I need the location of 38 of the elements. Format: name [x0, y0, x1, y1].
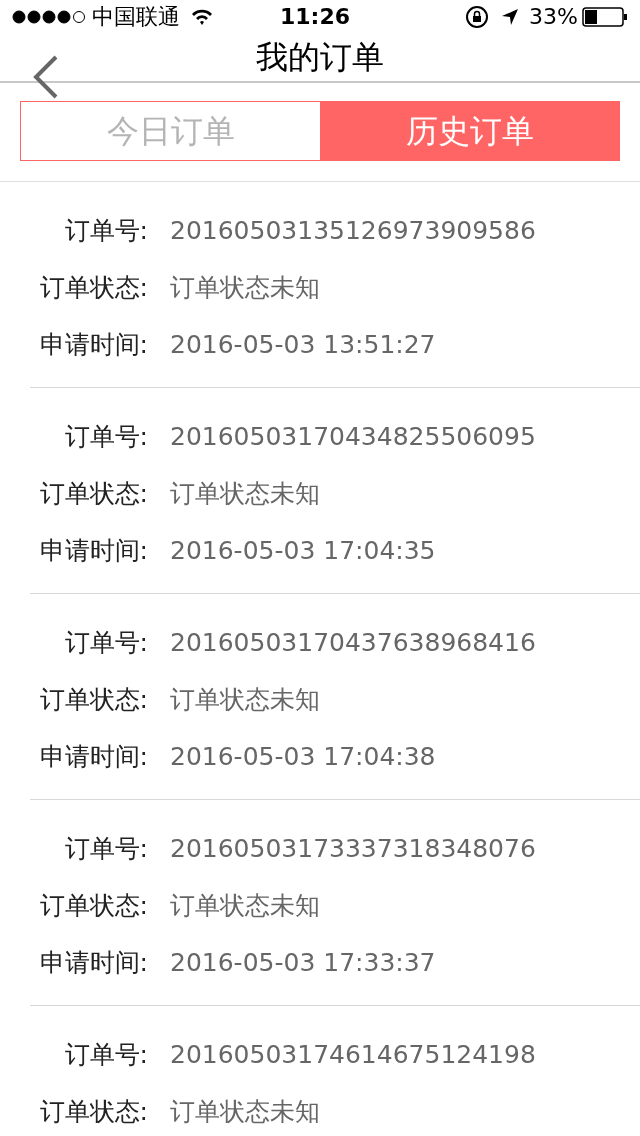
- field-value: 2016-05-03 13:51:27: [170, 328, 436, 361]
- field-label: 申请时间:: [38, 534, 148, 567]
- field-value: 订单状态未知: [170, 477, 320, 510]
- field-label: 订单状态:: [38, 683, 148, 716]
- field-label: 订单号:: [63, 1038, 148, 1071]
- field-value: 20160503173337318348076: [170, 832, 536, 865]
- field-value: 20160503135126973909586: [170, 214, 536, 247]
- field-label: 订单状态:: [38, 1095, 148, 1128]
- clock-time: 11:26: [280, 3, 351, 31]
- field-value: 20160503170437638968416: [170, 626, 536, 659]
- field-value: 订单状态未知: [170, 889, 320, 922]
- field-label: 订单状态:: [38, 477, 148, 510]
- field-value: 20160503170434825506095: [170, 420, 536, 453]
- page-title: 我的订单: [256, 37, 384, 78]
- battery-percent: 33%: [529, 3, 578, 31]
- field-label: 订单状态:: [38, 271, 148, 304]
- field-value: 2016-05-03 17:04:38: [170, 740, 436, 773]
- field-label: 申请时间:: [38, 946, 148, 979]
- field-value: 订单状态未知: [170, 683, 320, 716]
- field-label: 订单号:: [63, 626, 148, 659]
- rotation-lock-icon: [465, 4, 490, 29]
- field-label: 订单状态:: [38, 889, 148, 922]
- field-label: 订单号:: [63, 832, 148, 865]
- location-arrow-icon: [501, 7, 520, 26]
- wifi-icon: [190, 7, 214, 26]
- field-label: 订单号:: [63, 420, 148, 453]
- field-value: 2016-05-03 17:33:37: [170, 946, 436, 979]
- field-value: 20160503174614675124198: [170, 1038, 536, 1071]
- field-label: 申请时间:: [38, 328, 148, 361]
- field-label: 订单号:: [63, 214, 148, 247]
- carrier-name: 中国联通: [92, 3, 180, 31]
- field-value: 订单状态未知: [170, 1095, 320, 1128]
- field-label: 申请时间:: [38, 740, 148, 773]
- field-value: 2016-05-03 17:04:35: [170, 534, 436, 567]
- battery-icon: [582, 6, 628, 27]
- field-value: 订单状态未知: [170, 271, 320, 304]
- order-tab[interactable]: 历史订单: [320, 102, 619, 160]
- signal-icon: [12, 9, 86, 24]
